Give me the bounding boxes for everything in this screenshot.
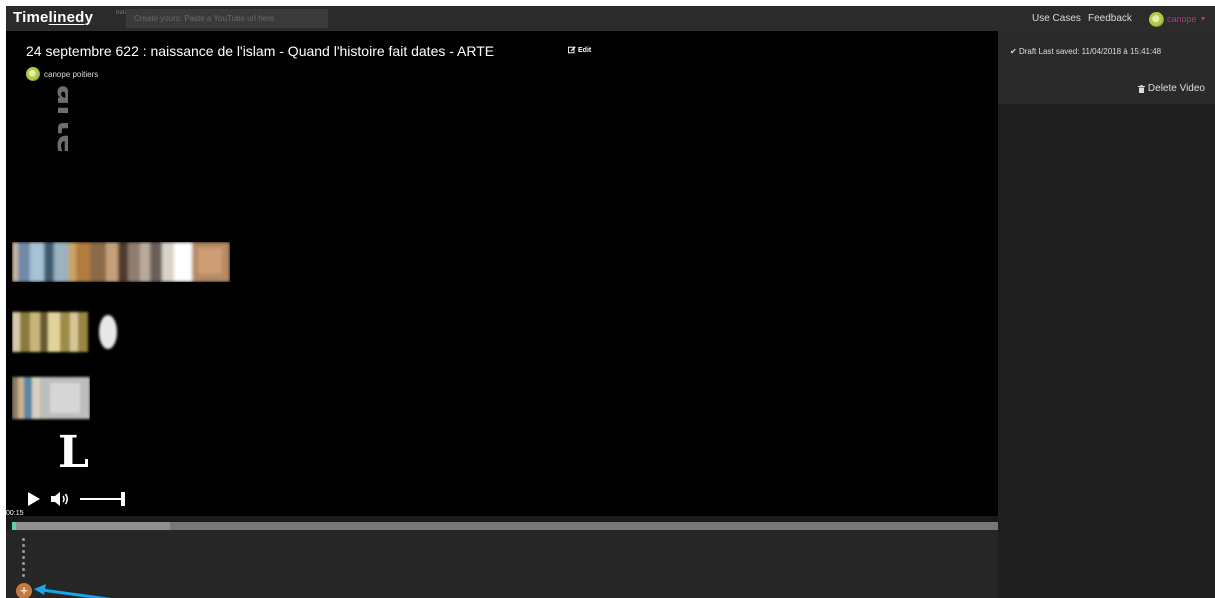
progress-played (12, 522, 16, 530)
top-navbar: Timelinedy beta Use Cases Feedback canop… (6, 6, 1215, 31)
save-status-text: Draft Last saved: 11/04/2018 à 15:41:48 (1018, 47, 1162, 56)
user-avatar (1149, 11, 1164, 27)
youtube-url-input[interactable] (126, 9, 328, 28)
video-title: 24 septembre 622 : naissance de l'islam … (26, 43, 495, 59)
channel-avatar (26, 67, 40, 81)
arte-watermark: arte (50, 85, 68, 151)
volume-track (80, 498, 121, 500)
user-menu[interactable]: canope ▼ (1149, 11, 1206, 27)
timeline-dots (22, 538, 25, 580)
current-time: 00:15 (6, 510, 24, 517)
progress-bar[interactable] (12, 522, 998, 530)
video-frame-strip (12, 242, 230, 282)
channel-name: canope poitiers (44, 69, 99, 79)
progress-buffered (12, 522, 170, 530)
video-frame-strip (12, 312, 117, 352)
app-window: Timelinedy beta Use Cases Feedback canop… (6, 6, 1215, 598)
edit-title-button[interactable]: Edit (568, 46, 591, 54)
video-frame-strip (12, 377, 90, 419)
play-icon[interactable] (28, 492, 40, 506)
video-letter: L (58, 427, 89, 478)
feedback-link[interactable]: Feedback (1088, 13, 1132, 24)
right-sidebar: ✔ Draft Last saved: 11/04/2018 à 15:41:4… (998, 31, 1215, 598)
delete-video-button[interactable]: Delete Video (1137, 83, 1205, 94)
save-status: ✔ Draft Last saved: 11/04/2018 à 15:41:4… (1010, 47, 1161, 56)
caret-down-icon: ▼ (1199, 15, 1207, 23)
channel-info[interactable]: canope poitiers (26, 67, 98, 81)
svg-text:arte: arte (50, 85, 68, 151)
arrow-annotation (34, 584, 112, 598)
trash-icon (1137, 84, 1145, 93)
username: canope (1167, 14, 1197, 24)
check-icon: ✔ (1010, 47, 1017, 56)
volume-icon[interactable] (50, 491, 70, 507)
player-controls (28, 491, 132, 507)
timeline-panel[interactable]: + (6, 530, 998, 598)
volume-thumb[interactable] (120, 492, 125, 506)
edit-label: Edit (578, 46, 592, 54)
edit-icon (568, 46, 576, 54)
sidebar-header: ✔ Draft Last saved: 11/04/2018 à 15:41:4… (998, 31, 1215, 104)
volume-slider[interactable] (80, 492, 132, 506)
delete-video-label: Delete Video (1147, 83, 1205, 94)
video-player[interactable]: 24 septembre 622 : naissance de l'islam … (6, 31, 998, 516)
use-cases-link[interactable]: Use Cases (1032, 13, 1081, 24)
timelinely-logo[interactable]: Timelinedy (13, 9, 93, 26)
